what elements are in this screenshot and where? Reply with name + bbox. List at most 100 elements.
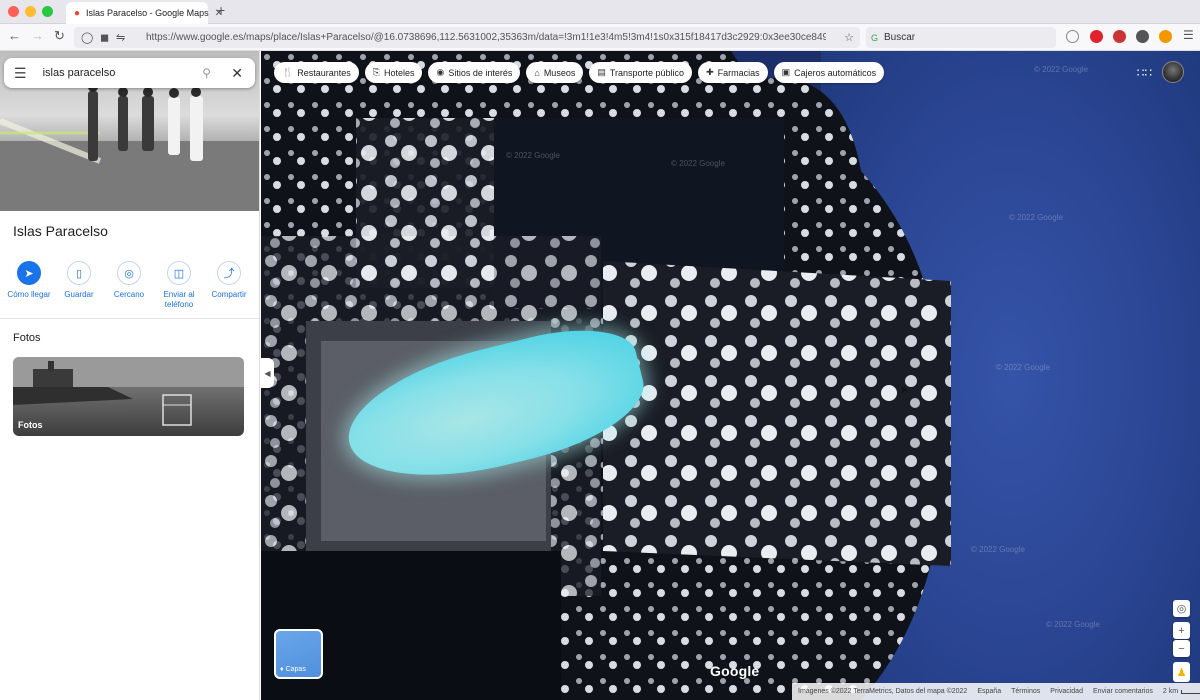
- country-link[interactable]: España: [977, 688, 1001, 695]
- chip-restaurants[interactable]: 🍴 Restaurantes: [274, 62, 359, 83]
- photos-thumbnail[interactable]: Fotos: [13, 357, 244, 436]
- satellite-imagery: [261, 51, 951, 700]
- maximize-window-button[interactable]: [42, 6, 53, 17]
- chip-transit[interactable]: ▤ Transporte público: [589, 62, 693, 83]
- ship-photo-illustration: [13, 357, 244, 426]
- my-location-icon: ◎: [1176, 603, 1187, 615]
- map-watermark: © 2022 Google: [671, 159, 725, 168]
- transit-icon: ▤: [597, 67, 606, 77]
- chip-hotels[interactable]: ⎘ Hoteles: [364, 62, 423, 83]
- new-tab-button[interactable]: +: [217, 2, 225, 18]
- permissions-icon: ⇋: [116, 32, 126, 44]
- museum-icon: ⌂: [534, 67, 540, 78]
- atm-icon: ▣: [781, 67, 791, 77]
- hotel-icon: ⎘: [372, 67, 380, 77]
- share-button[interactable]: ⤴ Compartir: [206, 261, 252, 310]
- address-bar[interactable]: ◯ ◼ ⇋ https://www.google.es/maps/place/I…: [74, 27, 860, 48]
- minimize-window-button[interactable]: [25, 6, 36, 17]
- map-watermark: © 2022 Google: [996, 363, 1050, 372]
- map-watermark: © 2022 Google: [1046, 620, 1100, 629]
- url-text: https://www.google.es/maps/place/Islas+P…: [146, 32, 826, 43]
- place-panel: ☰ islas paracelso ⚲ ✕ Islas Paracelso ➤ …: [0, 51, 260, 700]
- chip-pharmacies[interactable]: ✚ Farmacias: [698, 62, 768, 83]
- satellite-map[interactable]: © 2022 Google © 2022 Google © 2022 Googl…: [261, 51, 1200, 700]
- chip-label: Hoteles: [383, 67, 415, 78]
- zoom-out-button[interactable]: −: [1173, 640, 1190, 657]
- divider: [0, 318, 259, 319]
- pharmacy-icon: ✚: [706, 67, 714, 77]
- browser-search-field[interactable]: G Buscar: [866, 27, 1056, 48]
- chip-label: Restaurantes: [297, 67, 351, 78]
- my-location-button[interactable]: ◎: [1173, 600, 1190, 617]
- layers-label: Capas: [285, 666, 306, 673]
- lock-icon: ◼: [100, 32, 110, 44]
- browser-search-placeholder: Buscar: [884, 32, 916, 43]
- map-watermark: © 2022 Google: [971, 545, 1025, 554]
- browser-toolbar: ← → ↻ ◯ ◼ ⇋ https://www.google.es/maps/p…: [0, 24, 1200, 51]
- photos-heading: Fotos: [13, 332, 41, 344]
- extension-red-icon[interactable]: [1090, 30, 1103, 43]
- search-engine-icon: G: [871, 32, 879, 43]
- directions-label: Cómo llegar: [7, 290, 51, 299]
- share-label: Compartir: [211, 290, 247, 299]
- star-icon[interactable]: ☆: [844, 31, 854, 44]
- layers-button[interactable]: ♦ Capas: [274, 629, 323, 679]
- scale-bar[interactable]: 2 km: [1163, 688, 1200, 695]
- extension-orange-icon[interactable]: [1159, 30, 1172, 43]
- browser-tab-bar: ● Islas Paracelso - Google Maps ✕ +: [0, 0, 1200, 24]
- zoom-in-button[interactable]: +: [1173, 622, 1190, 639]
- google-apps-icon[interactable]: ∷∷: [1137, 66, 1152, 80]
- search-icon[interactable]: ⚲: [202, 66, 211, 80]
- back-icon[interactable]: ←: [8, 28, 21, 43]
- hamburger-menu-icon[interactable]: ☰: [14, 65, 27, 82]
- map-footer: Imágenes ©2022 TerraMetrics, Datos del m…: [792, 683, 1200, 700]
- privacy-link[interactable]: Privacidad: [1050, 688, 1083, 695]
- account-avatar[interactable]: [1162, 61, 1184, 83]
- scale-line: [1181, 689, 1200, 694]
- forward-icon[interactable]: →: [31, 28, 44, 43]
- maps-search-box[interactable]: ☰ islas paracelso ⚲ ✕: [4, 58, 255, 88]
- imagery-credits: Imágenes ©2022 TerraMetrics, Datos del m…: [798, 688, 968, 695]
- extension-badge-icon[interactable]: [1113, 30, 1126, 43]
- share-icon: ⤴: [217, 261, 241, 285]
- browser-tab[interactable]: ● Islas Paracelso - Google Maps ✕: [66, 2, 223, 24]
- chip-label: Cajeros automáticos: [794, 67, 877, 78]
- restaurant-icon: 🍴: [282, 67, 294, 77]
- chip-atms[interactable]: ▣ Cajeros automáticos: [773, 62, 885, 83]
- phone-icon: ◫: [167, 261, 191, 285]
- mouse-cursor-icon: ➤: [900, 385, 909, 396]
- feedback-link[interactable]: Enviar comentarios: [1093, 688, 1153, 695]
- chip-attractions[interactable]: ◉ Sitios de interés: [428, 62, 521, 83]
- menu-icon[interactable]: ☰: [1183, 28, 1194, 42]
- maps-pin-icon: ●: [74, 7, 81, 19]
- tab-title: Islas Paracelso - Google Maps: [86, 8, 209, 18]
- chip-label: Sitios de interés: [448, 67, 513, 78]
- terms-link[interactable]: Términos: [1011, 688, 1040, 695]
- place-title: Islas Paracelso: [13, 223, 108, 239]
- extension-dark-icon[interactable]: [1136, 30, 1149, 43]
- chip-museums[interactable]: ⌂ Museos: [526, 62, 584, 83]
- save-label: Guardar: [64, 290, 94, 299]
- send-to-phone-label: Enviar al teléfono: [163, 290, 195, 309]
- close-window-button[interactable]: [8, 6, 19, 17]
- category-chips: 🍴 Restaurantes ⎘ Hoteles ◉ Sitios de interé…: [274, 62, 885, 83]
- shield-icon: ◯: [81, 32, 94, 44]
- plus-icon: +: [1178, 624, 1185, 637]
- search-input[interactable]: islas paracelso: [43, 67, 116, 79]
- save-button[interactable]: ▯ Guardar: [56, 261, 102, 310]
- directions-button[interactable]: ➤ Cómo llegar: [6, 261, 52, 310]
- collapse-panel-button[interactable]: ◀: [261, 358, 274, 388]
- nearby-button[interactable]: ◎ Cercano: [106, 261, 152, 310]
- chevron-left-icon: ◀: [264, 368, 271, 378]
- nearby-icon: ◎: [117, 261, 141, 285]
- street-view-pegman[interactable]: ♟: [1173, 662, 1190, 682]
- chip-label: Farmacias: [717, 67, 760, 78]
- reload-icon[interactable]: ↻: [54, 28, 65, 44]
- layers-label-row: ♦ Capas: [280, 666, 306, 673]
- place-actions: ➤ Cómo llegar ▯ Guardar ◎ Cercano ◫ Envi…: [6, 261, 252, 310]
- map-watermark: © 2022 Google: [506, 151, 560, 160]
- close-icon[interactable]: ✕: [231, 65, 243, 82]
- send-to-phone-button[interactable]: ◫ Enviar al teléfono: [156, 261, 202, 310]
- map-watermark: © 2022 Google: [1034, 65, 1088, 74]
- pocket-icon[interactable]: [1066, 30, 1079, 43]
